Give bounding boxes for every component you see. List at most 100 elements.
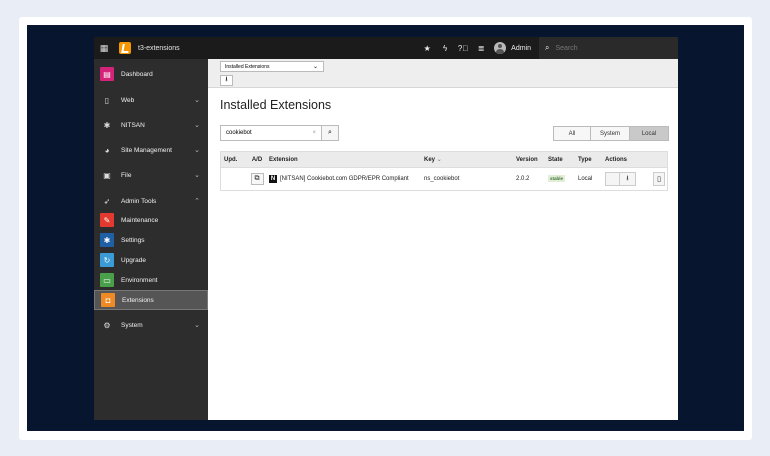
extension-title: [NITSAN] Cookiebot.com GDPR/EPR Complian… (280, 176, 409, 182)
filter-local-button[interactable]: Local (630, 126, 669, 141)
chevron-down-icon: ⌄ (194, 97, 200, 104)
chevron-down-icon: ⌄ (194, 122, 200, 129)
column-header-key-label: Key (424, 157, 436, 163)
search-icon: ⌕ (328, 129, 332, 136)
table-header: Upd. A/D Extension Key ⌄ Version State T… (220, 151, 668, 168)
topbar-tools: ★ ϟ ?⃝ ≣ Admin ⌕ Search (418, 37, 678, 59)
sidebar-item-label: Settings (121, 236, 145, 244)
site-name[interactable]: t3-extensions (138, 45, 180, 52)
sidebar-item-upgrade[interactable]: ↻ Upgrade (94, 250, 208, 270)
sidebar-item-site-management[interactable]: ◕ Site Management ⌄ (94, 140, 208, 160)
topbar: ▦ t3-extensions ★ ϟ ?⃝ ≣ Admin ⌕ Search (94, 37, 678, 59)
sidebar-item-file[interactable]: ▣ File ⌄ (94, 165, 208, 185)
wrench-icon: ✎ (100, 213, 114, 227)
typo3-backend: ▦ t3-extensions ★ ϟ ?⃝ ≣ Admin ⌕ Search … (94, 37, 678, 420)
content-area: Installed Extensions ⌄ ⭳ Installed Exten… (208, 59, 678, 420)
sidebar-item-settings[interactable]: ✱ Settings (94, 230, 208, 250)
sidebar-item-maintenance[interactable]: ✎ Maintenance (94, 210, 208, 230)
table-row: ⧉ N [NITSAN] Cookiebot.com GDPR/EPR Comp… (220, 168, 668, 191)
column-header-version[interactable]: Version (516, 157, 548, 163)
chevron-down-icon: ⌄ (194, 322, 200, 329)
filter-buttons: All System Local (553, 126, 669, 141)
extension-cell: N [NITSAN] Cookiebot.com GDPR/EPR Compli… (268, 175, 424, 183)
sidebar-item-label: Upgrade (121, 256, 146, 264)
sidebar-item-admin-tools[interactable]: ➶ Admin Tools ⌃ (94, 191, 208, 211)
clear-icon[interactable]: × (312, 130, 316, 136)
sidebar-item-extensions[interactable]: ◘ Extensions (94, 290, 208, 310)
download-button[interactable]: ⭳ (620, 172, 636, 186)
extensions-table: Upd. A/D Extension Key ⌄ Version State T… (220, 151, 668, 191)
filter-system-button[interactable]: System (591, 126, 630, 141)
sort-icon: ⌄ (436, 157, 442, 163)
sidebar-item-environment[interactable]: ▭ Environment (94, 270, 208, 290)
function-menu-select[interactable]: Installed Extensions ⌄ (220, 61, 324, 72)
flash-icon[interactable]: ϟ (436, 44, 454, 53)
column-header-key[interactable]: Key ⌄ (424, 156, 516, 163)
page-title: Installed Extensions (220, 98, 332, 112)
settings-icon: ✱ (100, 233, 114, 247)
extension-key: ns_cookiebot (424, 176, 460, 182)
column-header-state[interactable]: State (548, 157, 578, 163)
extension-search-input[interactable]: cookiebot × (220, 125, 322, 141)
action-spacer-button (605, 172, 620, 186)
sidebar-item-dashboard[interactable]: ▤ Dashboard (94, 64, 208, 84)
search-value: cookiebot (226, 130, 252, 136)
chevron-down-icon: ⌄ (194, 147, 200, 154)
page-icon: ▯ (104, 95, 110, 105)
module-menu: ▤ Dashboard ▯ Web ⌄ ✱ NITSAN ⌄ ◕ Site Ma… (94, 59, 208, 420)
monitor-icon: ▭ (100, 273, 114, 287)
star-icon[interactable]: ★ (418, 44, 436, 53)
search-placeholder: Search (555, 44, 578, 52)
sidebar-item-label: Dashboard (121, 70, 153, 78)
globe-icon: ◕ (104, 145, 110, 155)
function-menu-value: Installed Extensions (225, 63, 270, 70)
column-header-extension[interactable]: Extension (268, 157, 424, 163)
upload-extension-button[interactable]: ⭳ (220, 75, 233, 86)
chevron-down-icon: ⌄ (194, 172, 200, 179)
refresh-icon: ↻ (100, 253, 114, 267)
chevron-up-icon: ⌃ (194, 198, 200, 205)
search-button[interactable]: ⌕ (321, 125, 339, 141)
extension-icon: ◘ (101, 293, 115, 307)
state-badge: stable (548, 175, 566, 182)
help-icon[interactable]: ?⃝ (454, 44, 472, 53)
sidebar-item-label: System (121, 321, 143, 329)
grid-icon[interactable]: ▦ (97, 43, 111, 54)
dashboard-icon: ▤ (100, 67, 114, 81)
activate-toggle-button[interactable]: ⧉ (250, 173, 264, 185)
sidebar-item-label: NITSAN (121, 121, 145, 129)
search-field[interactable]: ⌕ Search (539, 37, 678, 59)
trash-icon: ▯ (657, 176, 661, 183)
search-icon: ⌕ (545, 43, 550, 52)
list-icon[interactable]: ≣ (472, 44, 490, 53)
sidebar-item-label: Environment (121, 276, 158, 284)
sidebar-item-label: Maintenance (121, 216, 159, 224)
rocket-icon: ➶ (103, 196, 111, 206)
download-icon: ⭳ (626, 174, 629, 182)
image-icon: ▣ (103, 170, 111, 180)
sidebar-item-label: Admin Tools (121, 197, 157, 205)
delete-button[interactable]: ▯ (653, 172, 665, 186)
column-header-actions: Actions (605, 156, 628, 163)
activate-cell: ⧉ (246, 173, 268, 185)
user-name[interactable]: Admin (511, 45, 531, 52)
extension-logo-icon: N (269, 175, 277, 183)
sidebar-item-nitsan[interactable]: ✱ NITSAN ⌄ (94, 115, 208, 135)
sidebar-item-label: File (121, 171, 132, 179)
gear-icon: ✱ (103, 120, 111, 130)
user-icon[interactable] (494, 42, 507, 54)
filter-all-button[interactable]: All (553, 126, 591, 141)
column-header-upd: Upd. (224, 156, 238, 163)
deactivate-icon: ⧉ (254, 175, 260, 182)
actions-cell: ⭳ ▯ (605, 172, 667, 186)
sidebar-item-label: Extensions (122, 296, 154, 304)
column-header-ad: A/D (251, 156, 263, 163)
state-cell: stable (548, 175, 578, 182)
typo3-logo[interactable] (119, 42, 131, 54)
sidebar-item-web[interactable]: ▯ Web ⌄ (94, 90, 208, 110)
column-header-type[interactable]: Type (578, 157, 605, 163)
sidebar-item-label: Web (121, 96, 135, 104)
sidebar-item-system[interactable]: ⚙ System ⌄ (94, 315, 208, 335)
sidebar-item-label: Site Management (121, 146, 172, 154)
chevron-down-icon: ⌄ (312, 64, 318, 70)
